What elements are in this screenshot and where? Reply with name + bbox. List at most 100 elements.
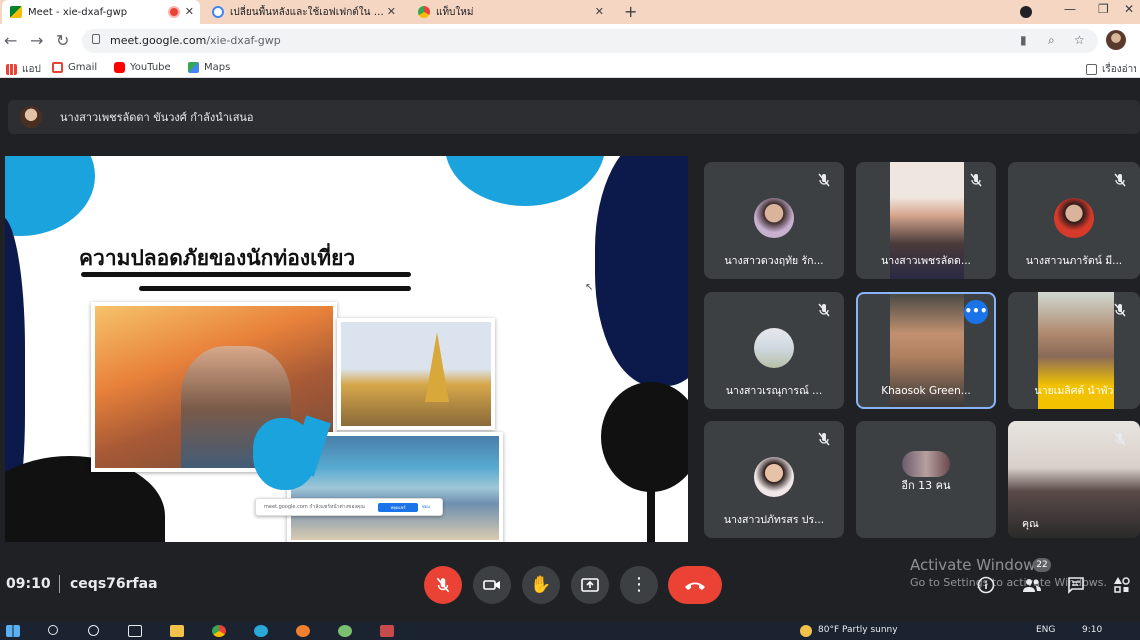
participant-tile[interactable]: นางสาวปภัทรสร ปร... xyxy=(704,421,844,538)
bookmark-apps[interactable]: แอป xyxy=(6,62,41,77)
temple-spire xyxy=(425,332,449,402)
bookmark-label: YouTube xyxy=(130,62,171,73)
reload-icon[interactable]: ↻ xyxy=(56,31,69,50)
meeting-code: ceqs76rfaa xyxy=(70,576,158,592)
bookmark-label: แอป xyxy=(22,64,41,75)
chrome-active-taskbar-icon[interactable] xyxy=(380,625,394,637)
avatar xyxy=(754,328,794,368)
edge-icon[interactable] xyxy=(254,625,268,637)
close-tab-icon[interactable]: ✕ xyxy=(387,5,396,18)
people-button[interactable] xyxy=(1022,575,1042,595)
google-icon xyxy=(212,6,224,18)
camera-icon[interactable]: ▮ xyxy=(1020,33,1027,47)
tab-search-icon[interactable] xyxy=(1020,6,1032,18)
activate-title: Activate Windows xyxy=(910,556,1044,574)
task-view-icon[interactable] xyxy=(128,625,142,637)
bookmark-youtube[interactable]: YouTube xyxy=(114,62,171,73)
participant-tile-active[interactable]: ••• Khaosok Green... xyxy=(856,292,996,409)
minimize-icon[interactable]: — xyxy=(1064,2,1076,16)
close-window-icon[interactable]: ✕ xyxy=(1124,2,1134,16)
presenter-banner: นางสาวเพชรลัดดา ขันวงศ์ กำลังนำเสนอ xyxy=(8,100,1140,134)
more-options-icon[interactable]: ••• xyxy=(964,300,988,324)
hide-button[interactable]: ซ่อน xyxy=(422,503,430,510)
cortana-icon[interactable] xyxy=(88,625,99,636)
mic-off-icon xyxy=(818,303,830,317)
taskbar-clock[interactable]: 9:10 xyxy=(1082,625,1102,635)
avatar xyxy=(754,198,794,238)
bookmark-gmail[interactable]: Gmail xyxy=(52,62,97,73)
camera-toggle-button[interactable] xyxy=(473,566,511,604)
windows-start-icon[interactable] xyxy=(6,625,20,637)
participant-name: นางสาวดวงฤทัย รัก... xyxy=(724,255,824,267)
tab-new-title: แท็บใหม่ xyxy=(436,6,474,18)
tab-strip: Meet - xie-dxaf-gwp ✕ เปลี่ยนพื้นหลังและ… xyxy=(0,0,1140,24)
bookmark-label: Gmail xyxy=(68,62,98,73)
file-explorer-icon[interactable] xyxy=(170,625,184,637)
present-icon xyxy=(581,578,599,592)
tab-meet[interactable]: Meet - xie-dxaf-gwp ✕ xyxy=(2,0,200,24)
sharing-popup-text: meet.google.com กำลังแชร์หน้าต่างของคุณ xyxy=(264,504,365,510)
zoom-icon[interactable]: ⌕ xyxy=(1048,33,1055,48)
more-vert-icon: ⋮ xyxy=(630,574,648,595)
bookmarks-bar: แอป Gmail YouTube Maps เรื่องอ่านที่บุ๊ก… xyxy=(0,58,1140,78)
restore-icon[interactable]: ❐ xyxy=(1098,2,1109,16)
stop-sharing-button[interactable]: หยุดแชร์ xyxy=(378,503,418,512)
reading-list-icon xyxy=(1086,64,1097,75)
participant-tile-others[interactable]: อีก 13 คน xyxy=(856,421,996,538)
slide-blob xyxy=(445,156,605,206)
back-icon[interactable]: ← xyxy=(4,31,17,50)
present-button[interactable] xyxy=(571,566,609,604)
meet-window: นางสาวเพชรลัดดา ขันวงศ์ กำลังนำเสนอ ความ… xyxy=(0,78,1140,640)
firefox-icon[interactable] xyxy=(296,625,310,637)
participant-tile[interactable]: นางสาวเรณุการณ์ ... xyxy=(704,292,844,409)
shapes-icon xyxy=(1114,577,1130,593)
slide-underline xyxy=(81,272,411,277)
participant-tile[interactable]: นางสาวเพชรลัดด... xyxy=(856,162,996,279)
slide-blob xyxy=(595,156,688,386)
bookmark-maps[interactable]: Maps xyxy=(188,62,230,73)
participant-name: นายเมลิศต์ นำพัว xyxy=(1034,385,1114,397)
mic-off-icon xyxy=(436,577,450,593)
chat-button[interactable] xyxy=(1066,575,1086,595)
chrome-taskbar-icon[interactable] xyxy=(212,625,226,637)
tab-new[interactable]: แท็บใหม่ ✕ xyxy=(410,0,610,24)
bookmark-star-icon[interactable]: ☆ xyxy=(1074,33,1085,47)
reading-list-label: เรื่องอ่านที่บุ๊กมาร์ก xyxy=(1102,64,1136,75)
close-tab-icon[interactable]: ✕ xyxy=(595,5,604,18)
raise-hand-button[interactable]: ✋ xyxy=(522,566,560,604)
slide-blob xyxy=(5,156,95,236)
mic-off-icon xyxy=(1114,173,1126,187)
mic-toggle-button[interactable] xyxy=(424,566,462,604)
temple-photo xyxy=(337,318,495,430)
info-icon xyxy=(977,576,995,594)
mic-off-icon xyxy=(818,173,830,187)
weather-text: 80°F Partly sunny xyxy=(818,625,898,635)
presenter-avatar xyxy=(20,106,42,128)
divider xyxy=(59,575,60,593)
new-tab-icon[interactable]: + xyxy=(624,2,637,21)
end-call-icon xyxy=(685,582,705,590)
presenter-banner-text: นางสาวเพชรลัดดา ขันวงศ์ กำลังนำเสนอ xyxy=(60,111,254,124)
language-indicator[interactable]: ENG xyxy=(1036,625,1055,635)
participant-name: คุณ xyxy=(1022,518,1039,530)
activities-button[interactable] xyxy=(1112,575,1132,595)
participant-tile[interactable]: นางสาวนภารัตน์ มี... xyxy=(1008,162,1140,279)
avatar-stack xyxy=(902,451,950,477)
shared-screen: ความปลอดภัยของนักท่องเที่ยว meet.google.… xyxy=(5,156,688,542)
more-options-button[interactable]: ⋮ xyxy=(620,566,658,604)
participant-tile[interactable]: นายเมลิศต์ นำพัว xyxy=(1008,292,1140,409)
address-bar[interactable]: meet.google.com/xie-dxaf-gwp ▮ ⌕ ☆ xyxy=(82,29,1098,53)
meeting-details-button[interactable] xyxy=(976,575,996,595)
participant-tile-self[interactable]: คุณ xyxy=(1008,421,1140,538)
chrome-icon xyxy=(418,6,430,18)
search-icon[interactable] xyxy=(48,625,58,635)
participant-tile[interactable]: นางสาวดวงฤทัย รัก... xyxy=(704,162,844,279)
reading-list[interactable]: เรื่องอ่านที่บุ๊กมาร์ก xyxy=(1086,62,1136,77)
tab-google-help[interactable]: เปลี่ยนพื้นหลังและใช้เอฟเฟกต์ใน Goo ✕ xyxy=(204,0,402,24)
leave-call-button[interactable] xyxy=(668,566,722,604)
profile-avatar[interactable] xyxy=(1106,30,1126,50)
close-tab-icon[interactable]: ✕ xyxy=(185,5,194,18)
app-icon[interactable] xyxy=(338,625,352,637)
participant-name: นางสาวเพชรลัดด... xyxy=(881,255,971,267)
forward-icon[interactable]: → xyxy=(30,31,43,50)
